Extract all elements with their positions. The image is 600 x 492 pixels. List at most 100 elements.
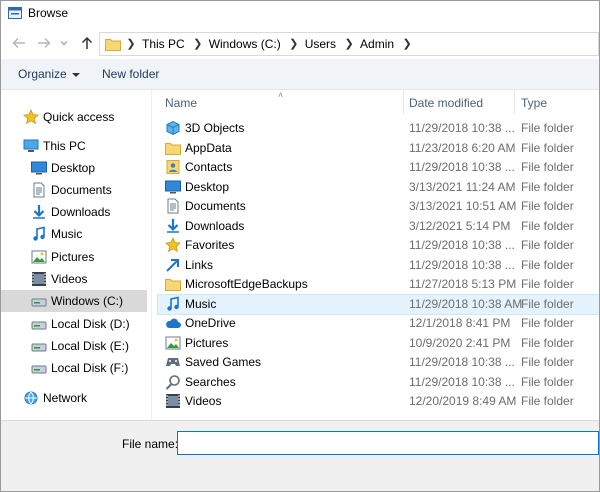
breadcrumb-windows-c[interactable]: Windows (C:) <box>205 33 287 55</box>
table-row[interactable]: Pictures 10/9/2020 2:41 PM File folder <box>158 334 599 353</box>
sidebar-item-network[interactable]: Network <box>1 387 147 409</box>
sidebar-item-local-disk-d[interactable]: Local Disk (D:) <box>1 313 147 335</box>
breadcrumb-users[interactable]: Users <box>301 33 342 55</box>
file-date-modified: 3/13/2021 11:24 AM <box>409 179 516 194</box>
file-type: File folder <box>521 257 574 272</box>
chevron-right-icon[interactable]: ❯ <box>124 33 138 55</box>
table-row[interactable]: Saved Games 11/29/2018 10:38 ... File fold… <box>158 353 599 372</box>
new-folder-button[interactable]: New folder <box>102 67 159 81</box>
table-row[interactable]: Downloads 3/12/2021 5:14 PM File folder <box>158 217 599 236</box>
table-row[interactable]: OneDrive 12/1/2018 8:41 PM File folder <box>158 314 599 333</box>
table-row[interactable]: Documents 3/13/2021 10:51 AM File folder <box>158 197 599 216</box>
up-arrow-icon <box>81 36 93 49</box>
sidebar-item-label: Music <box>51 227 83 241</box>
file-type: File folder <box>521 199 574 213</box>
sidebar-item-desktop[interactable]: Desktop <box>1 157 147 179</box>
file-type: File folder <box>521 374 574 389</box>
table-row[interactable]: AppData 11/23/2018 6:20 AM File folder <box>158 139 599 158</box>
folder-icon <box>165 279 181 291</box>
sidebar-item-this-pc[interactable]: This PC <box>1 135 147 157</box>
table-row[interactable]: Desktop 3/13/2021 11:24 AM File folder <box>158 178 599 197</box>
file-type: File folder <box>521 179 574 194</box>
column-header-name[interactable]: Name <box>165 92 197 114</box>
breadcrumb-this-pc[interactable]: This PC <box>138 33 191 55</box>
table-row[interactable]: Music 11/29/2018 10:38 AM File folder <box>157 293 599 315</box>
table-row[interactable]: Videos 12/20/2019 8:49 AM File folder <box>158 392 599 411</box>
address-bar[interactable]: ❯ This PC ❯ Windows (C:) ❯ Users ❯ Admin… <box>99 32 599 56</box>
forward-button[interactable] <box>34 33 54 53</box>
folder-icon <box>165 142 181 155</box>
sidebar-item-label: Local Disk (F:) <box>51 361 129 375</box>
file-name: Contacts <box>185 160 233 174</box>
file-date-modified: 11/27/2018 5:13 PM <box>409 277 517 291</box>
file-name: OneDrive <box>185 316 236 330</box>
pictures-icon <box>31 250 47 264</box>
drive-icon <box>31 343 47 352</box>
chevron-right-icon[interactable]: ❯ <box>191 33 205 55</box>
back-button[interactable] <box>9 33 29 53</box>
table-row[interactable]: Searches 11/29/2018 10:38 ... File folder <box>158 373 599 392</box>
cloud-icon <box>166 318 181 328</box>
sidebar-item-label: Documents <box>51 183 112 197</box>
back-arrow-icon <box>12 38 25 48</box>
file-name-label: File name: <box>122 437 179 451</box>
file-type: File folder <box>521 121 574 135</box>
column-header-date-modified[interactable]: Date modified <box>409 92 483 114</box>
file-name: AppData <box>185 140 232 155</box>
documents-icon <box>33 182 45 198</box>
sidebar-item-windows-c[interactable]: Windows (C:) <box>1 290 147 312</box>
file-name: 3D Objects <box>185 121 245 135</box>
sidebar-item-documents[interactable]: Documents <box>1 179 147 201</box>
file-name: Favorites <box>185 238 235 252</box>
sidebar-item-label: Local Disk (D:) <box>51 317 130 331</box>
download-icon <box>167 218 179 233</box>
column-separator[interactable] <box>514 90 515 114</box>
sidebar-item-downloads[interactable]: Downloads <box>1 201 147 223</box>
drive-icon <box>31 321 47 330</box>
chevron-right-icon[interactable]: ❯ <box>342 33 356 55</box>
file-date-modified: 11/29/2018 10:38 AM <box>409 296 523 311</box>
table-row[interactable]: MicrosoftEdgeBackups 11/27/2018 5:13 PM Fi… <box>158 275 599 294</box>
file-date-modified: 12/1/2018 8:41 PM <box>409 316 511 330</box>
recent-locations-button[interactable] <box>58 33 70 53</box>
file-name: Links <box>185 257 214 272</box>
up-button[interactable] <box>77 33 97 53</box>
column-header-type[interactable]: Type <box>521 92 547 114</box>
forward-arrow-icon <box>38 38 51 48</box>
sidebar-item-pictures[interactable]: Pictures <box>1 246 147 268</box>
chevron-down-icon <box>60 41 68 46</box>
sidebar-item-videos[interactable]: Videos <box>1 268 147 290</box>
contacts-icon <box>166 160 180 174</box>
file-type: File folder <box>521 160 574 174</box>
file-name-input[interactable] <box>177 431 599 455</box>
breadcrumb-admin[interactable]: Admin <box>356 33 400 55</box>
chevron-right-icon[interactable]: ❯ <box>400 33 414 55</box>
chevron-down-icon <box>71 72 80 77</box>
network-icon <box>24 391 38 405</box>
file-type: File folder <box>521 355 574 369</box>
sidebar-item-local-disk-e[interactable]: Local Disk (E:) <box>1 335 147 357</box>
browse-window-icon <box>8 7 22 19</box>
file-type: File folder <box>521 277 574 291</box>
games-icon <box>166 358 180 366</box>
command-toolbar: Organize New folder <box>1 59 599 90</box>
file-date-modified: 11/29/2018 10:38 ... <box>409 238 515 252</box>
file-name: Pictures <box>185 335 229 350</box>
star-icon <box>23 109 39 125</box>
table-row[interactable]: Favorites 11/29/2018 10:38 ... File folder <box>158 236 599 255</box>
table-row[interactable]: 3D Objects 11/29/2018 10:38 ... File folde… <box>158 119 599 138</box>
file-date-modified: 3/12/2021 5:14 PM <box>409 218 511 233</box>
file-date-modified: 11/29/2018 10:38 ... <box>409 355 515 369</box>
table-row[interactable]: Contacts 11/29/2018 10:38 ... File folder <box>158 158 599 177</box>
sidebar-item-quick-access[interactable]: Quick access <box>1 106 147 128</box>
sidebar-item-music[interactable]: Music <box>1 223 147 245</box>
column-separator[interactable] <box>403 90 404 114</box>
table-row[interactable]: Links 11/29/2018 10:38 ... File folder <box>158 256 599 275</box>
chevron-right-icon[interactable]: ❯ <box>287 33 301 55</box>
file-type: File folder <box>521 296 574 311</box>
file-name: MicrosoftEdgeBackups <box>185 277 308 291</box>
file-list: Name ˄ Date modified Type 3D Objects 11/2… <box>152 90 599 420</box>
cube-folder-icon <box>166 120 180 136</box>
organize-button[interactable]: Organize <box>18 67 80 81</box>
sidebar-item-local-disk-f[interactable]: Local Disk (F:) <box>1 357 147 379</box>
